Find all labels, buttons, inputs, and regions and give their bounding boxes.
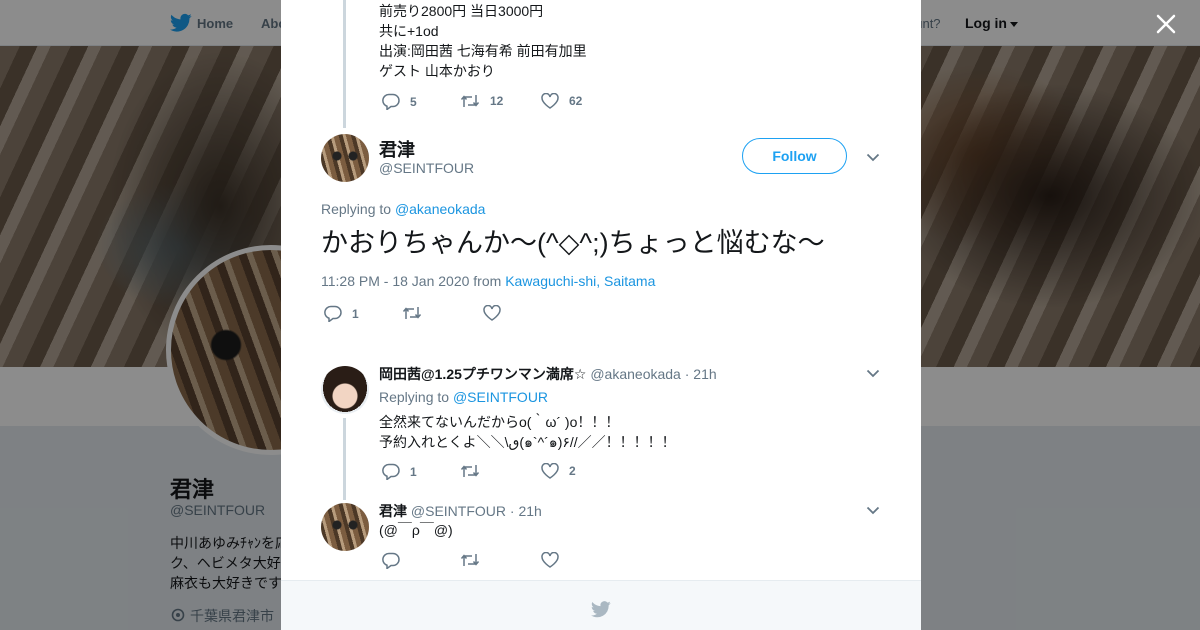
reply-avatar[interactable] (321, 503, 369, 551)
retweet-action[interactable] (460, 552, 490, 568)
tweet-line: 全然来てないんだからo(｀ω´ )o！！！ (379, 414, 620, 430)
author-avatar[interactable] (321, 134, 369, 182)
reply-icon (382, 93, 400, 110)
follow-button[interactable]: Follow (742, 138, 847, 174)
close-icon[interactable] (1155, 13, 1177, 35)
replying-to-prefix: Replying to (321, 201, 392, 217)
retweet-icon (402, 307, 422, 319)
reply-author-handle[interactable]: @akaneokada (590, 366, 681, 382)
tweet-place[interactable]: Kawaguchi-shi, Saitama (505, 273, 655, 289)
like-action[interactable] (483, 305, 511, 321)
reply-action[interactable]: 1 (324, 305, 359, 322)
retweet-icon (460, 465, 480, 477)
retweet-icon (460, 95, 480, 107)
reply-text: 全然来てないんだからo(｀ω´ )o！！！ 予約入れとくよ＼＼\ٯ(๑`^´๑)… (379, 412, 676, 452)
chevron-down-icon[interactable] (866, 153, 880, 162)
retweet-action[interactable] (460, 463, 490, 479)
main-tweet-text: かおりちゃんか〜(^◇^;)ちょっと悩むな〜 (321, 228, 825, 258)
reply-author-name[interactable]: 君津 (379, 503, 407, 519)
chevron-down-icon[interactable] (866, 506, 880, 515)
retweet-count: 12 (490, 94, 504, 108)
parent-tweet-text: 前売り2800円 当日3000円 共に+1od 出演:岡田茜 七海有希 前田有加… (379, 1, 587, 81)
tweet-line: 共に+1od (379, 23, 439, 39)
reply-time[interactable]: · 21h (510, 503, 542, 519)
like-count: 2 (569, 464, 576, 478)
reply-action[interactable] (382, 552, 410, 569)
tweet-line: ゲスト 山本かおり (379, 63, 495, 79)
reply-action[interactable]: 1 (382, 463, 417, 480)
like-icon (541, 93, 559, 109)
author-handle[interactable]: @SEINTFOUR (379, 160, 474, 176)
like-count: 62 (569, 94, 583, 108)
reply-action[interactable]: 5 (382, 93, 417, 110)
replying-to-prefix: Replying to (379, 389, 450, 405)
reply-author-name[interactable]: 岡田茜@1.25プチワンマン満席☆ (379, 366, 586, 382)
reply-header: 岡田茜@1.25プチワンマン満席☆ @akaneokada · 21h (379, 364, 717, 384)
tweet-line: 出演:岡田茜 七海有希 前田有加里 (379, 43, 587, 59)
modal-footer (281, 580, 921, 630)
thread-connector (343, 0, 346, 128)
replying-to: Replying to @SEINTFOUR (379, 389, 548, 405)
author-name[interactable]: 君津 (379, 136, 415, 162)
like-action[interactable]: 62 (541, 93, 582, 109)
replying-to: Replying to @akaneokada (321, 201, 485, 217)
reply-icon (324, 305, 342, 322)
like-action[interactable]: 2 (541, 463, 576, 479)
tweet-line: 前売り2800円 当日3000円 (379, 3, 544, 19)
tweet-line: 予約入れとくよ＼＼\ٯ(๑`^´๑)۶//／／！！！！！ (379, 434, 676, 450)
like-icon (541, 552, 559, 568)
tweet-metadata: 11:28 PM - 18 Jan 2020 from Kawaguchi-sh… (321, 273, 655, 289)
reply-author-handle[interactable]: @SEINTFOUR (411, 503, 506, 519)
reply-icon (382, 463, 400, 480)
twitter-bird-icon (591, 601, 611, 618)
tweet-modal: 前売り2800円 当日3000円 共に+1od 出演:岡田茜 七海有希 前田有加… (281, 0, 921, 630)
tweet-timestamp[interactable]: 11:28 PM - 18 Jan 2020 from (321, 273, 501, 289)
retweet-action[interactable]: 12 (460, 93, 503, 109)
like-icon (483, 305, 501, 321)
reply-avatar[interactable] (321, 366, 369, 414)
reply-count: 1 (410, 464, 417, 479)
reply-icon (382, 552, 400, 569)
reply-count: 5 (410, 94, 417, 109)
chevron-down-icon[interactable] (866, 369, 880, 378)
like-icon (541, 463, 559, 479)
replying-to-link[interactable]: @SEINTFOUR (453, 389, 548, 405)
reply-time[interactable]: · 21h (685, 366, 717, 382)
retweet-action[interactable] (402, 305, 432, 321)
like-action[interactable] (541, 552, 569, 568)
replying-to-link[interactable]: @akaneokada (395, 201, 486, 217)
reply-header: 君津 @SEINTFOUR · 21h (379, 501, 542, 521)
reply-count: 1 (352, 306, 359, 321)
reply-text: (@￣ρ￣@) (379, 522, 453, 538)
retweet-icon (460, 554, 480, 566)
thread-connector (343, 418, 346, 500)
